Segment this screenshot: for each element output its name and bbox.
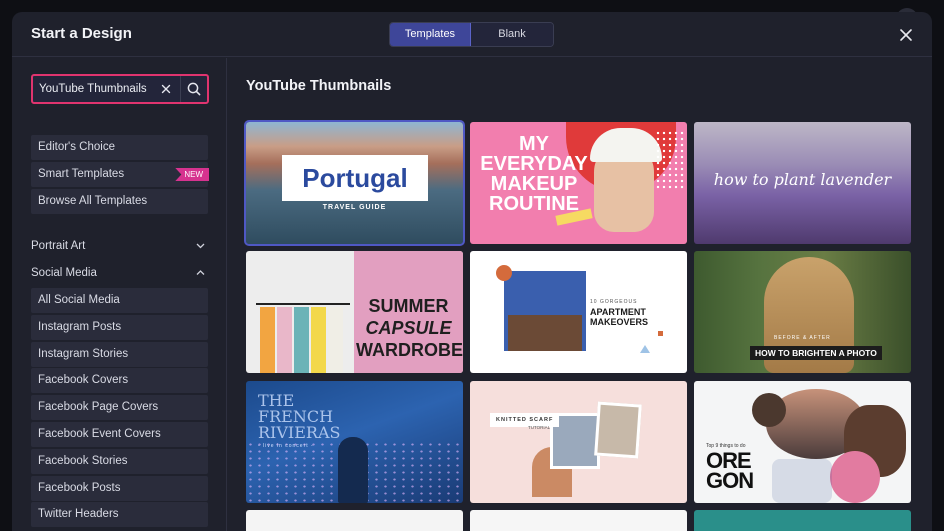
chevron-up-icon — [196, 270, 205, 275]
close-icon — [900, 29, 912, 41]
template-card-partial[interactable] — [246, 510, 463, 531]
card-title-line: MY — [519, 133, 549, 155]
template-card-apartment-makeovers[interactable]: 10 GORGEOUS APARTMENT MAKEOVERS — [470, 251, 687, 373]
search-button[interactable] — [186, 81, 202, 97]
sidebar-item-facebook-covers[interactable]: Facebook Covers — [31, 368, 208, 393]
sidebar-item-label: Smart Templates — [38, 168, 125, 180]
garment — [328, 307, 343, 373]
tab-templates[interactable]: Templates — [390, 23, 471, 46]
sidebar-item-instagram-stories[interactable]: Instagram Stories — [31, 342, 208, 367]
performer-silhouette — [338, 437, 368, 503]
sidebar-item-facebook-page-covers[interactable]: Facebook Page Covers — [31, 395, 208, 420]
sidebar-item-instagram-posts[interactable]: Instagram Posts — [31, 315, 208, 340]
section-label: Social Media — [31, 267, 97, 279]
sidebar-item-smart-templates[interactable]: Smart Templates NEW — [31, 162, 209, 187]
garment — [311, 307, 326, 373]
card-title-line: MAKEOVERS — [590, 317, 649, 327]
card-subtitle: TUTORIAL — [528, 425, 551, 430]
start-design-dialog: Start a Design Templates Blank Canvas Yo… — [12, 12, 932, 531]
search-input[interactable]: YouTube Thumbnails — [39, 83, 147, 95]
garment — [260, 307, 275, 373]
clear-search-button[interactable] — [159, 82, 173, 96]
card-kicker: 10 GORGEOUS — [590, 299, 638, 305]
tab-blank-canvas[interactable]: Blank Canvas — [471, 23, 553, 46]
card-title-box: Portugal — [282, 155, 428, 201]
card-title-line: SUMMER — [368, 296, 449, 316]
template-card-knitted-scarf[interactable]: KNITTED SCARF TUTORIAL — [470, 381, 687, 503]
furniture-graphic — [508, 315, 582, 351]
template-card-oregon[interactable]: Top 9 things to do ORE GON — [694, 381, 911, 503]
sidebar-item-browse-all[interactable]: Browse All Templates — [31, 189, 208, 214]
close-icon — [161, 84, 171, 94]
square-shape — [658, 331, 663, 336]
sidebar-item-editors-choice[interactable]: Editor's Choice — [31, 135, 208, 160]
template-card-summer-wardrobe[interactable]: SUMMER CAPSULE WARDROBE — [246, 251, 463, 373]
section-portrait-art[interactable]: Portrait Art — [31, 235, 208, 257]
category-sidebar: YouTube Thumbnails Editor's Choice Smart… — [12, 58, 227, 531]
dot-pattern — [655, 130, 685, 190]
template-card-brighten-photo[interactable]: BEFORE & AFTER HOW TO BRIGHTEN A PHOTO — [694, 251, 911, 373]
card-title: THE FRENCH RIVIERAS — [258, 393, 378, 441]
card-title: ORE GON — [706, 450, 754, 493]
sidebar-item-all-social-media[interactable]: All Social Media — [31, 288, 208, 313]
card-title-line: GON — [706, 468, 754, 493]
new-badge: NEW — [175, 168, 209, 181]
card-title: HOW TO BRIGHTEN A PHOTO — [750, 346, 882, 360]
template-card-french-rivieras[interactable]: THE FRENCH RIVIERAS - live in concert - — [246, 381, 463, 503]
knitting-photo — [594, 401, 642, 459]
card-title-line: WARDROBE — [356, 340, 463, 360]
coffee-photo — [752, 393, 786, 427]
card-title-line: CAPSULE — [356, 317, 461, 339]
triangle-shape — [640, 345, 650, 353]
garment — [277, 307, 292, 373]
card-subtitle: - live in concert - — [258, 443, 314, 449]
card-title-line: MAKEUP — [490, 173, 578, 195]
search-icon — [187, 82, 201, 96]
mode-switch: Templates Blank Canvas — [389, 22, 554, 47]
card-title-line: APARTMENT — [590, 307, 646, 317]
card-title-line: ROUTINE — [489, 193, 579, 215]
card-title: SUMMER CAPSULE WARDROBE — [356, 295, 463, 361]
template-gallery: YouTube Thumbnails Portugal TRAVEL GUIDE… — [228, 58, 932, 531]
dialog-header: Start a Design Templates Blank Canvas — [12, 12, 932, 57]
sidebar-item-facebook-posts[interactable]: Facebook Posts — [31, 476, 208, 501]
garment — [294, 307, 309, 373]
clothes-rack — [256, 303, 350, 305]
card-title: MY EVERYDAY MAKEUP ROUTINE — [479, 134, 589, 214]
template-card-partial[interactable] — [694, 510, 911, 531]
close-button[interactable] — [896, 25, 916, 45]
card-title: how to plant lavender — [713, 170, 892, 189]
card-kicker: BEFORE & AFTER — [774, 335, 831, 341]
card-title-line: EVERYDAY — [480, 153, 588, 175]
card-subtitle: TRAVEL GUIDE — [322, 204, 387, 211]
sidebar-item-twitter-headers[interactable]: Twitter Headers — [31, 502, 208, 527]
card-title-emphasis: CAPSULE — [365, 318, 452, 338]
card-title: APARTMENT MAKEOVERS — [590, 307, 648, 327]
template-card-plant-lavender[interactable]: how to plant lavender — [694, 122, 911, 244]
sidebar-item-facebook-event-covers[interactable]: Facebook Event Covers — [31, 422, 208, 447]
search-divider — [180, 76, 181, 102]
template-search: YouTube Thumbnails — [31, 74, 209, 104]
flowers-photo — [830, 451, 880, 503]
card-title: Portugal — [302, 163, 408, 193]
template-card-portugal[interactable]: Portugal TRAVEL GUIDE — [244, 120, 465, 246]
section-social-media[interactable]: Social Media — [31, 262, 208, 284]
shadow-shape — [772, 459, 832, 503]
template-card-makeup-routine[interactable]: MY EVERYDAY MAKEUP ROUTINE — [470, 122, 687, 244]
template-card-partial[interactable] — [470, 510, 687, 531]
chevron-down-icon — [196, 243, 205, 249]
sidebar-item-facebook-stories[interactable]: Facebook Stories — [31, 449, 208, 474]
gallery-title: YouTube Thumbnails — [246, 78, 392, 94]
dialog-title: Start a Design — [31, 25, 132, 42]
card-title-line: RIVIERAS — [258, 423, 341, 442]
section-label: Portrait Art — [31, 240, 86, 252]
accent-circle — [496, 265, 512, 281]
